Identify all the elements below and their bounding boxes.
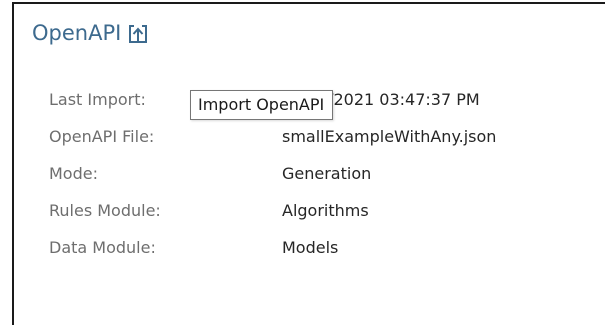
import-upload-icon[interactable] (127, 23, 149, 45)
detail-label: Mode: (49, 164, 98, 183)
section-title: OpenAPI (32, 21, 122, 45)
detail-value: smallExampleWithAny.json (282, 127, 497, 146)
import-openapi-tooltip: Import OpenAPI (190, 90, 334, 120)
detail-label: Rules Module: (49, 201, 161, 220)
openapi-panel: OpenAPI Last Import: 07/13/2021 03:47:37… (12, 2, 605, 325)
detail-label: Data Module: (49, 238, 156, 257)
detail-value: Algorithms (282, 201, 369, 220)
detail-label: Last Import: (49, 90, 146, 109)
detail-value: Generation (282, 164, 372, 183)
detail-value: Models (282, 238, 339, 257)
detail-label: OpenAPI File: (49, 127, 155, 146)
section-header: OpenAPI (32, 21, 149, 45)
